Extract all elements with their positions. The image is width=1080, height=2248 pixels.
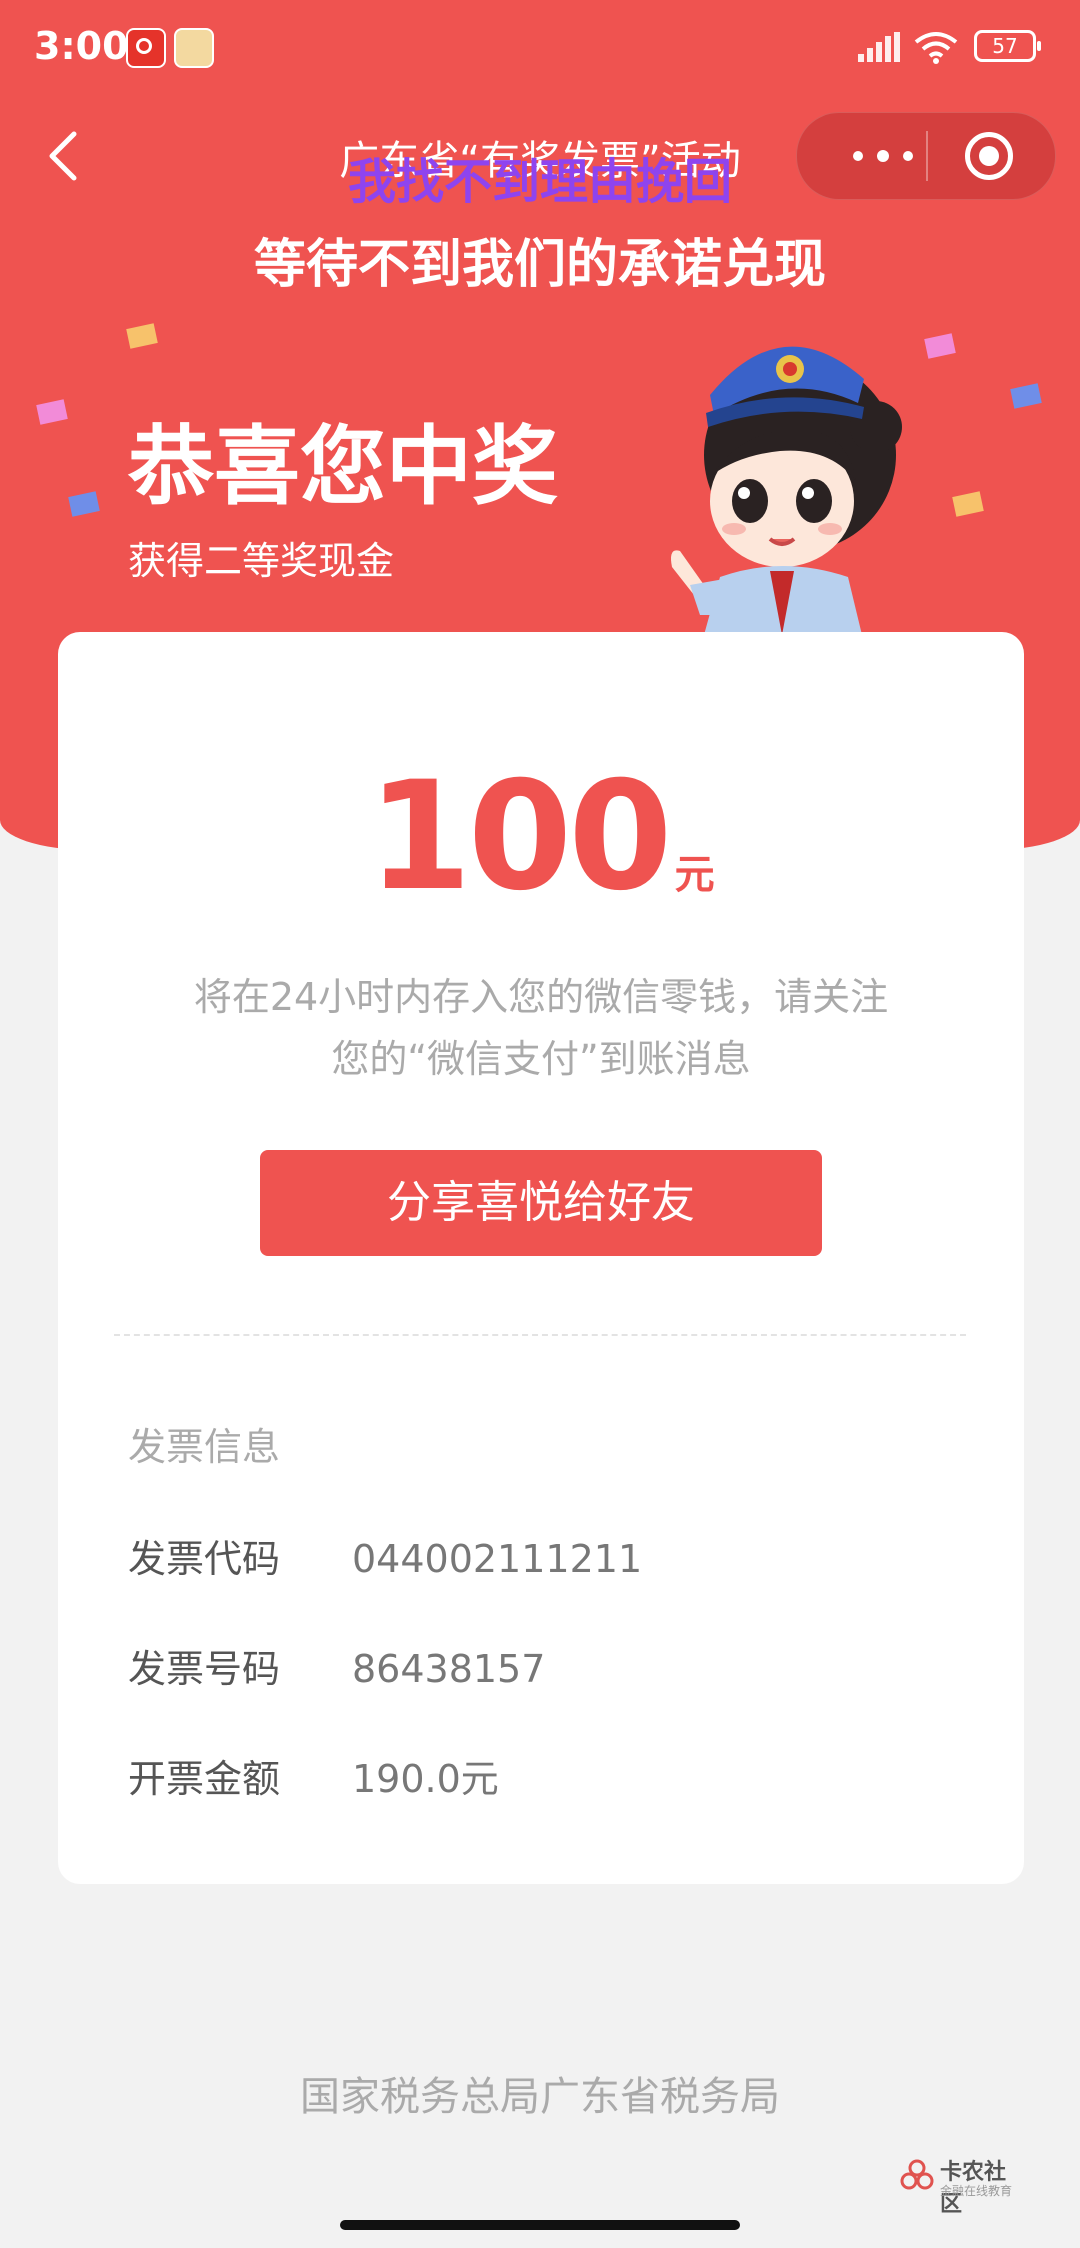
kanong-logo-icon — [900, 2159, 934, 2190]
target-close-icon[interactable] — [965, 132, 1013, 180]
watermark-subtitle: 金融在线教育 — [940, 2184, 1013, 2198]
wifi-icon — [914, 32, 958, 64]
invoice-row-code: 发票代码 044002111211 — [128, 1528, 948, 1583]
home-indicator[interactable] — [340, 2220, 740, 2230]
payout-notice-line1: 将在24小时内存入您的微信零钱，请关注 — [193, 975, 889, 1019]
dashed-divider — [114, 1334, 966, 1336]
prize-level-text: 获得二等奖现金 — [128, 539, 395, 583]
overlay-caption-line2: 等待不到我们的承诺兑现 — [253, 235, 826, 295]
invoice-row-value: 190.0元 — [352, 1757, 499, 1801]
invoice-info-heading: 发票信息 — [128, 1425, 281, 1469]
prize-card: 100 元 将在24小时内存入您的微信零钱，请关注 您的“微信支付”到账消息 分享… — [58, 632, 1024, 1884]
status-time: 3:00 — [34, 24, 129, 68]
invoice-row-value: 86438157 — [352, 1647, 546, 1691]
invoice-row-label: 发票号码 — [128, 1647, 281, 1691]
prize-amount-value: 100 — [367, 750, 672, 924]
more-dots-icon[interactable] — [843, 139, 923, 173]
share-button[interactable]: 分享喜悦给好友 — [260, 1150, 822, 1256]
congrats-headline: 恭喜您中奖 — [128, 417, 558, 517]
prize-amount: 100 元 — [58, 750, 1024, 924]
invoice-row-number: 发票号码 86438157 — [128, 1638, 948, 1693]
invoice-row-amount: 开票金额 190.0元 — [128, 1748, 948, 1803]
tax-officer-mascot — [671, 346, 902, 635]
chevron-left-icon[interactable] — [44, 128, 84, 184]
game-app-icon — [174, 28, 214, 68]
watermark: 卡农社区 金融在线教育 — [900, 2154, 1024, 2217]
netease-music-icon — [126, 28, 166, 68]
invoice-row-value: 044002111211 — [352, 1537, 643, 1581]
signal-icon — [858, 32, 900, 62]
payout-notice: 将在24小时内存入您的微信零钱，请关注 您的“微信支付”到账消息 — [158, 966, 924, 1090]
prize-amount-unit: 元 — [674, 852, 715, 898]
battery-icon: 57 — [974, 30, 1041, 62]
invoice-row-label: 发票代码 — [128, 1537, 281, 1581]
footer-issuer: 国家税务总局广东省税务局 — [300, 2074, 780, 2120]
invoice-row-label: 开票金额 — [128, 1757, 281, 1801]
miniprogram-capsule — [796, 112, 1056, 200]
capsule-divider — [926, 131, 928, 181]
overlay-caption-line1: 我找不到理由挽回 — [347, 154, 732, 210]
payout-notice-line2: 您的“微信支付”到账消息 — [331, 1037, 751, 1081]
